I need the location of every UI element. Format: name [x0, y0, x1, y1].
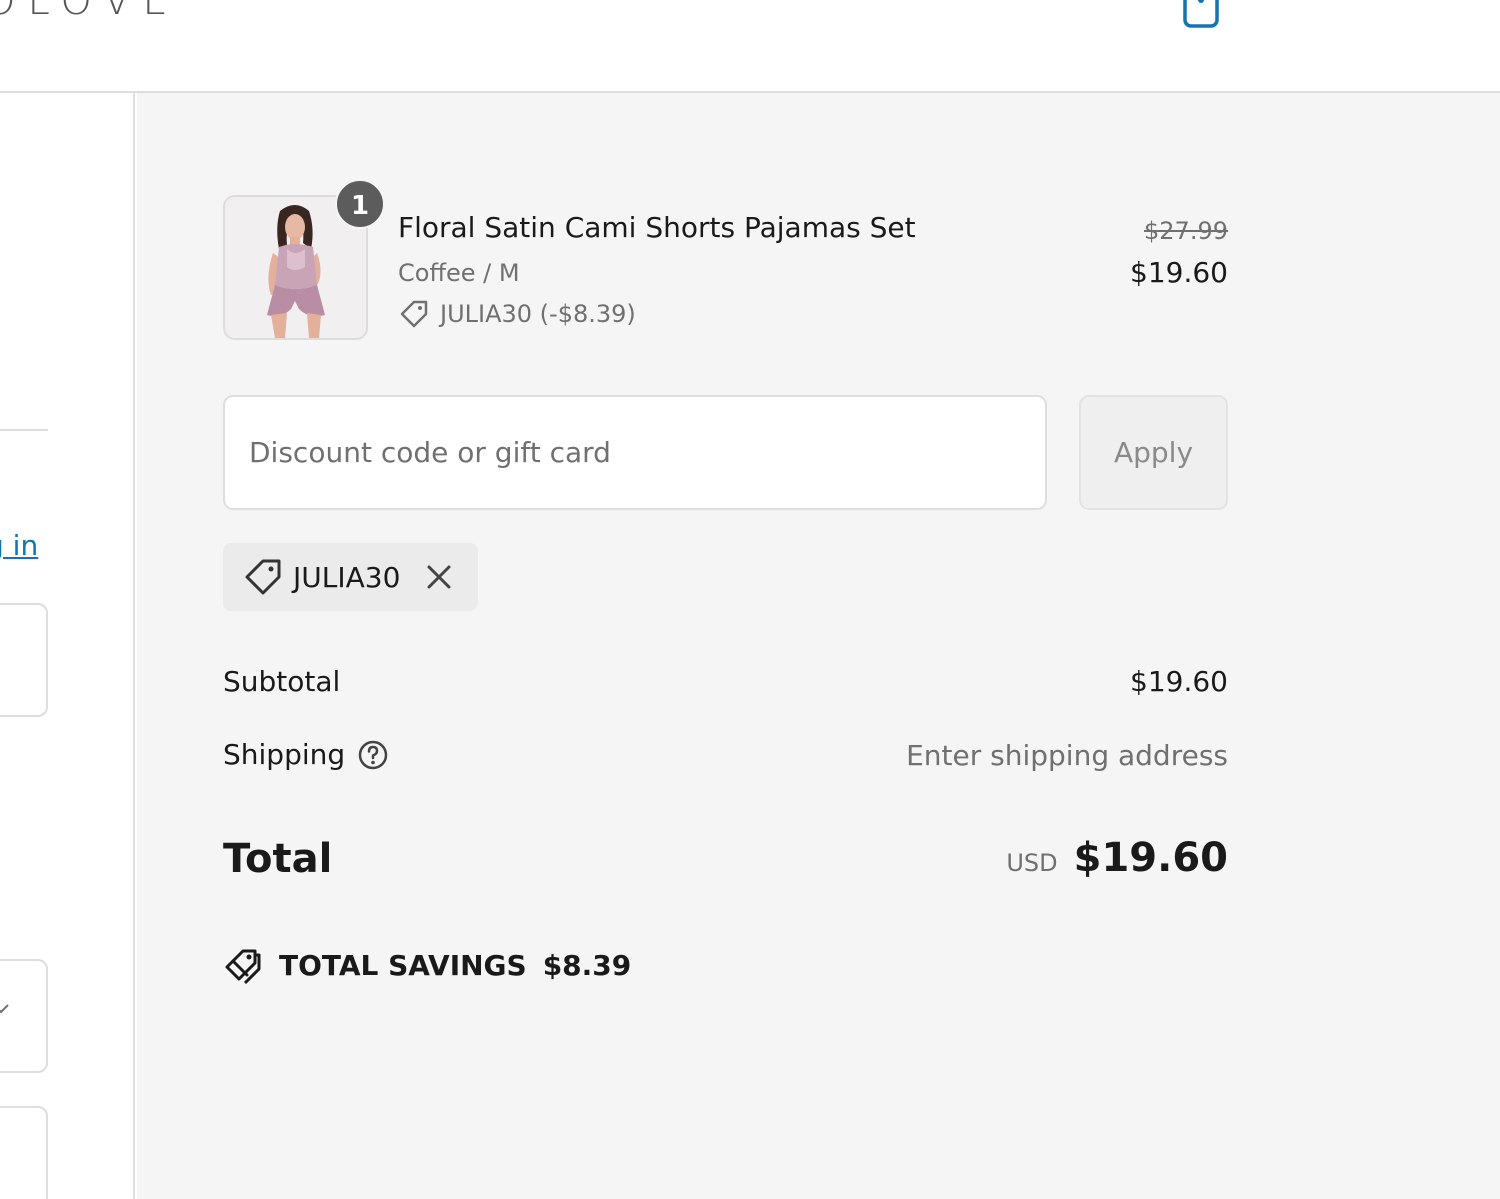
subtotal-label: Subtotal	[223, 665, 341, 698]
shopping-bag-icon[interactable]	[1180, 0, 1222, 28]
quantity-badge: 1	[335, 179, 385, 229]
product-discount-line: JULIA30 (-$8.39)	[398, 298, 636, 330]
divider	[0, 429, 48, 431]
apply-button[interactable]: Apply	[1079, 395, 1228, 510]
tag-icon	[400, 300, 428, 328]
shipping-label: Shipping	[223, 738, 346, 771]
savings-tag-icon	[225, 949, 261, 985]
price-current: $19.60	[1130, 256, 1228, 289]
checkout-form-panel: g in	[0, 93, 135, 1199]
total-value: USD $19.60	[1006, 835, 1228, 881]
applied-discount-label: JULIA30	[293, 560, 401, 594]
contact-input[interactable]	[0, 603, 48, 717]
header: OLOVE	[0, 0, 1500, 93]
product-name: Floral Satin Cami Shorts Pajamas Set	[398, 211, 916, 244]
applied-discount-chip: JULIA30	[223, 543, 478, 611]
shipping-row: Shipping	[223, 738, 389, 771]
tag-icon	[245, 559, 281, 595]
savings-value: $8.39	[542, 948, 632, 982]
total-savings: TOTAL SAVINGS $8.39	[223, 945, 631, 985]
savings-label: TOTAL SAVINGS	[279, 948, 527, 982]
login-link[interactable]: g in	[0, 529, 38, 562]
close-icon[interactable]	[424, 562, 454, 592]
product-discount-text: JULIA30 (-$8.39)	[440, 300, 636, 328]
country-select[interactable]	[0, 959, 48, 1073]
name-input[interactable]	[0, 1106, 48, 1199]
chevron-down-icon	[0, 1004, 9, 1014]
discount-code-input[interactable]	[223, 395, 1047, 510]
product-thumbnail: 1	[223, 179, 385, 340]
total-label: Total	[223, 836, 333, 882]
total-amount: $19.60	[1073, 835, 1228, 881]
product-variant: Coffee / M	[398, 259, 520, 287]
order-summary: 1 Floral Satin Cami Shorts Pajamas Set C…	[137, 93, 1500, 1199]
subtotal-value: $19.60	[1130, 665, 1228, 698]
store-logo[interactable]: OLOVE	[0, 0, 180, 24]
shipping-value: Enter shipping address	[906, 739, 1228, 772]
currency-code: USD	[1006, 849, 1058, 877]
price-original: $27.99	[1144, 217, 1228, 245]
help-icon[interactable]	[357, 739, 389, 771]
